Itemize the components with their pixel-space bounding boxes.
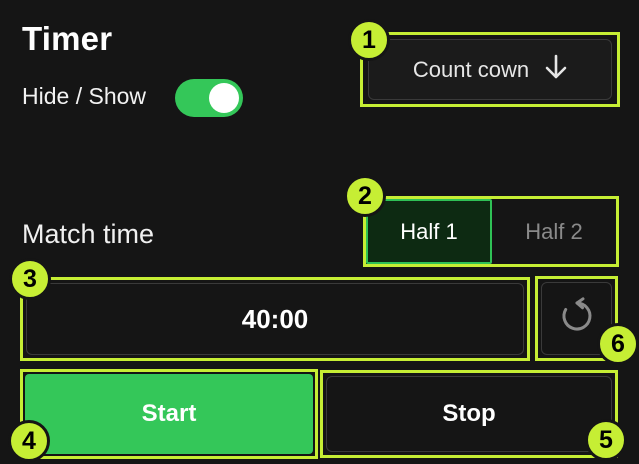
annotation-badge-2: 2 xyxy=(344,175,386,217)
refresh-icon xyxy=(558,297,596,340)
arrow-down-icon xyxy=(545,54,567,86)
start-highlight: Start xyxy=(20,369,318,459)
stop-highlight: Stop xyxy=(320,370,618,458)
stop-button[interactable]: Stop xyxy=(326,376,612,452)
annotation-badge-6: 6 xyxy=(597,323,639,365)
hide-show-label: Hide / Show xyxy=(22,83,147,109)
annotation-badge-4: 4 xyxy=(8,420,50,462)
half-selector: Half 1 Half 2 xyxy=(363,196,619,267)
match-time-label: Match time xyxy=(22,219,155,249)
count-mode-button[interactable]: Count cown xyxy=(368,39,612,100)
hide-show-toggle[interactable] xyxy=(175,79,243,117)
annotation-badge-5: 5 xyxy=(585,419,627,461)
count-mode-label: Count cown xyxy=(412,56,530,82)
start-button[interactable]: Start xyxy=(25,374,313,454)
half-1-tab[interactable]: Half 1 xyxy=(366,199,492,264)
toggle-knob xyxy=(209,83,239,113)
count-mode-highlight: Count cown xyxy=(360,32,620,107)
page-title: Timer xyxy=(22,20,113,57)
annotation-badge-3: 3 xyxy=(9,258,51,300)
annotation-badge-1: 1 xyxy=(348,19,390,61)
time-display[interactable]: 40:00 xyxy=(26,283,524,355)
time-display-highlight: 40:00 xyxy=(20,277,530,361)
half-2-tab[interactable]: Half 2 xyxy=(492,199,616,264)
